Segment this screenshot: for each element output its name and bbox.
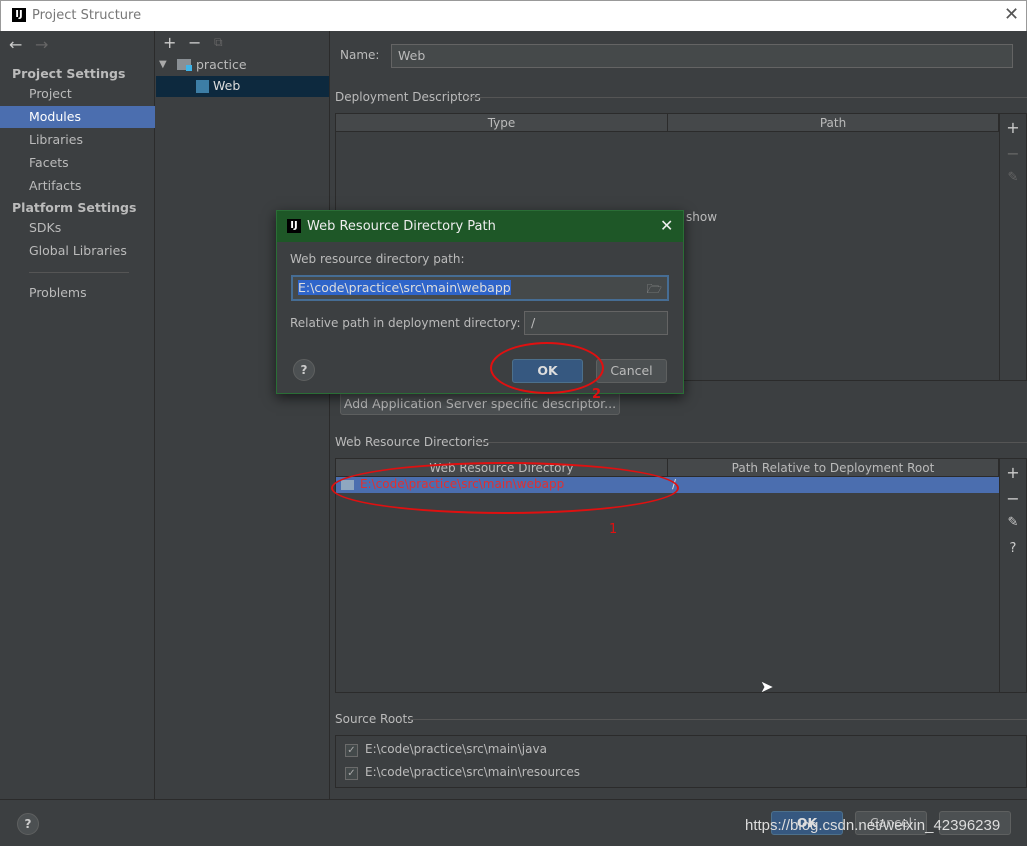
title-bar: IJ Project Structure ✕ [0, 0, 1027, 31]
divider [0, 799, 1027, 800]
annotation-2: 2 [592, 387, 602, 402]
tree-item-web[interactable]: Web [156, 76, 329, 97]
watermark: https://blog.csdn.net/weixin_42396239 [745, 817, 1001, 834]
annotation-ellipse-2 [490, 342, 604, 394]
project-settings-heading: Project Settings [12, 66, 126, 81]
remove-directory-icon[interactable]: − [1000, 489, 1026, 508]
column-type[interactable]: Type [336, 114, 668, 132]
path-label: Web resource directory path: [290, 252, 465, 266]
sidebar-item-artifacts[interactable]: Artifacts [0, 175, 155, 197]
help-icon[interactable]: ? [1000, 541, 1026, 556]
web-module-icon [196, 80, 209, 93]
source-roots-title: Source Roots [335, 712, 414, 726]
name-label: Name: [340, 48, 380, 62]
path-input[interactable]: E:\code\practice\src\main\webapp 🗁 [291, 275, 669, 301]
remove-icon[interactable]: − [188, 33, 201, 52]
footer-help-button[interactable]: ? [17, 813, 39, 835]
add-server-descriptor-button[interactable]: Add Application Server specific descript… [340, 392, 620, 415]
forward-arrow-icon[interactable]: → [35, 35, 48, 54]
sidebar-item-project[interactable]: Project [0, 83, 155, 105]
tree-item-practice[interactable]: practice [196, 57, 247, 72]
descriptor-toolbar: + − ✎ [1000, 113, 1027, 381]
copy-icon[interactable]: ⧉ [214, 35, 223, 50]
web-resource-directory-dialog: IJ Web Resource Directory Path ✕ Web res… [276, 210, 684, 394]
sidebar-item-facets[interactable]: Facets [0, 152, 155, 174]
sidebar-item-libraries[interactable]: Libraries [0, 129, 155, 151]
sidebar: ← → Project Settings Project Modules Lib… [0, 31, 155, 800]
browse-folder-icon[interactable]: 🗁 [646, 280, 662, 301]
empty-text: show [686, 210, 718, 224]
mouse-cursor-icon: ➤ [760, 677, 774, 696]
sidebar-item-global-libraries[interactable]: Global Libraries [0, 240, 155, 262]
dialog-help-button[interactable]: ? [293, 359, 315, 381]
path-input-value: E:\code\practice\src\main\webapp [298, 280, 511, 295]
dialog-cancel-button[interactable]: Cancel [596, 359, 667, 383]
checkbox-java[interactable]: ✓ [345, 744, 358, 757]
close-window-icon[interactable]: ✕ [1004, 4, 1019, 25]
module-tree: + − ⧉ ▼ practice Web [156, 31, 330, 800]
annotation-ellipse-1 [331, 462, 679, 514]
add-icon[interactable]: + [163, 33, 176, 52]
divider [29, 272, 129, 273]
deployment-descriptors-title: Deployment Descriptors [335, 90, 481, 104]
column-path[interactable]: Path [668, 114, 999, 132]
divider [410, 719, 1027, 720]
sidebar-item-modules[interactable]: Modules [0, 106, 155, 128]
dialog-title: Web Resource Directory Path [307, 219, 496, 234]
intellij-logo-icon: IJ [287, 219, 301, 233]
relative-path-label: Relative path in deployment directory: [290, 316, 521, 330]
dialog-title-bar: IJ Web Resource Directory Path ✕ [277, 211, 683, 242]
edit-directory-icon[interactable]: ✎ [1000, 515, 1026, 530]
folder-icon [177, 59, 192, 71]
source-root-resources: E:\code\practice\src\main\resources [365, 765, 580, 779]
intellij-logo-icon: IJ [12, 8, 26, 22]
back-arrow-icon[interactable]: ← [9, 35, 22, 54]
divider [467, 97, 1027, 98]
web-dirs-toolbar: + − ✎ ? [1000, 458, 1027, 693]
checkbox-resources[interactable]: ✓ [345, 767, 358, 780]
divider [476, 442, 1027, 443]
dialog-close-icon[interactable]: ✕ [660, 216, 673, 235]
window-title: Project Structure [32, 8, 142, 23]
sidebar-item-sdks[interactable]: SDKs [0, 217, 155, 239]
source-root-java: E:\code\practice\src\main\java [365, 742, 547, 756]
name-input[interactable]: Web [391, 44, 1013, 68]
add-descriptor-icon[interactable]: + [1000, 118, 1026, 137]
annotation-1: 1 [609, 522, 618, 537]
relative-path-input[interactable]: / [524, 311, 668, 335]
expand-arrow-icon[interactable]: ▼ [159, 59, 167, 70]
add-directory-icon[interactable]: + [1000, 463, 1026, 482]
web-resource-directories-title: Web Resource Directories [335, 435, 489, 449]
edit-descriptor-icon[interactable]: ✎ [1000, 170, 1026, 185]
remove-descriptor-icon[interactable]: − [1000, 144, 1026, 163]
column-relative-path[interactable]: Path Relative to Deployment Root [668, 459, 999, 477]
platform-settings-heading: Platform Settings [12, 200, 137, 215]
sidebar-item-problems[interactable]: Problems [0, 282, 155, 304]
source-roots-list: ✓ E:\code\practice\src\main\java ✓ E:\co… [335, 735, 1027, 788]
